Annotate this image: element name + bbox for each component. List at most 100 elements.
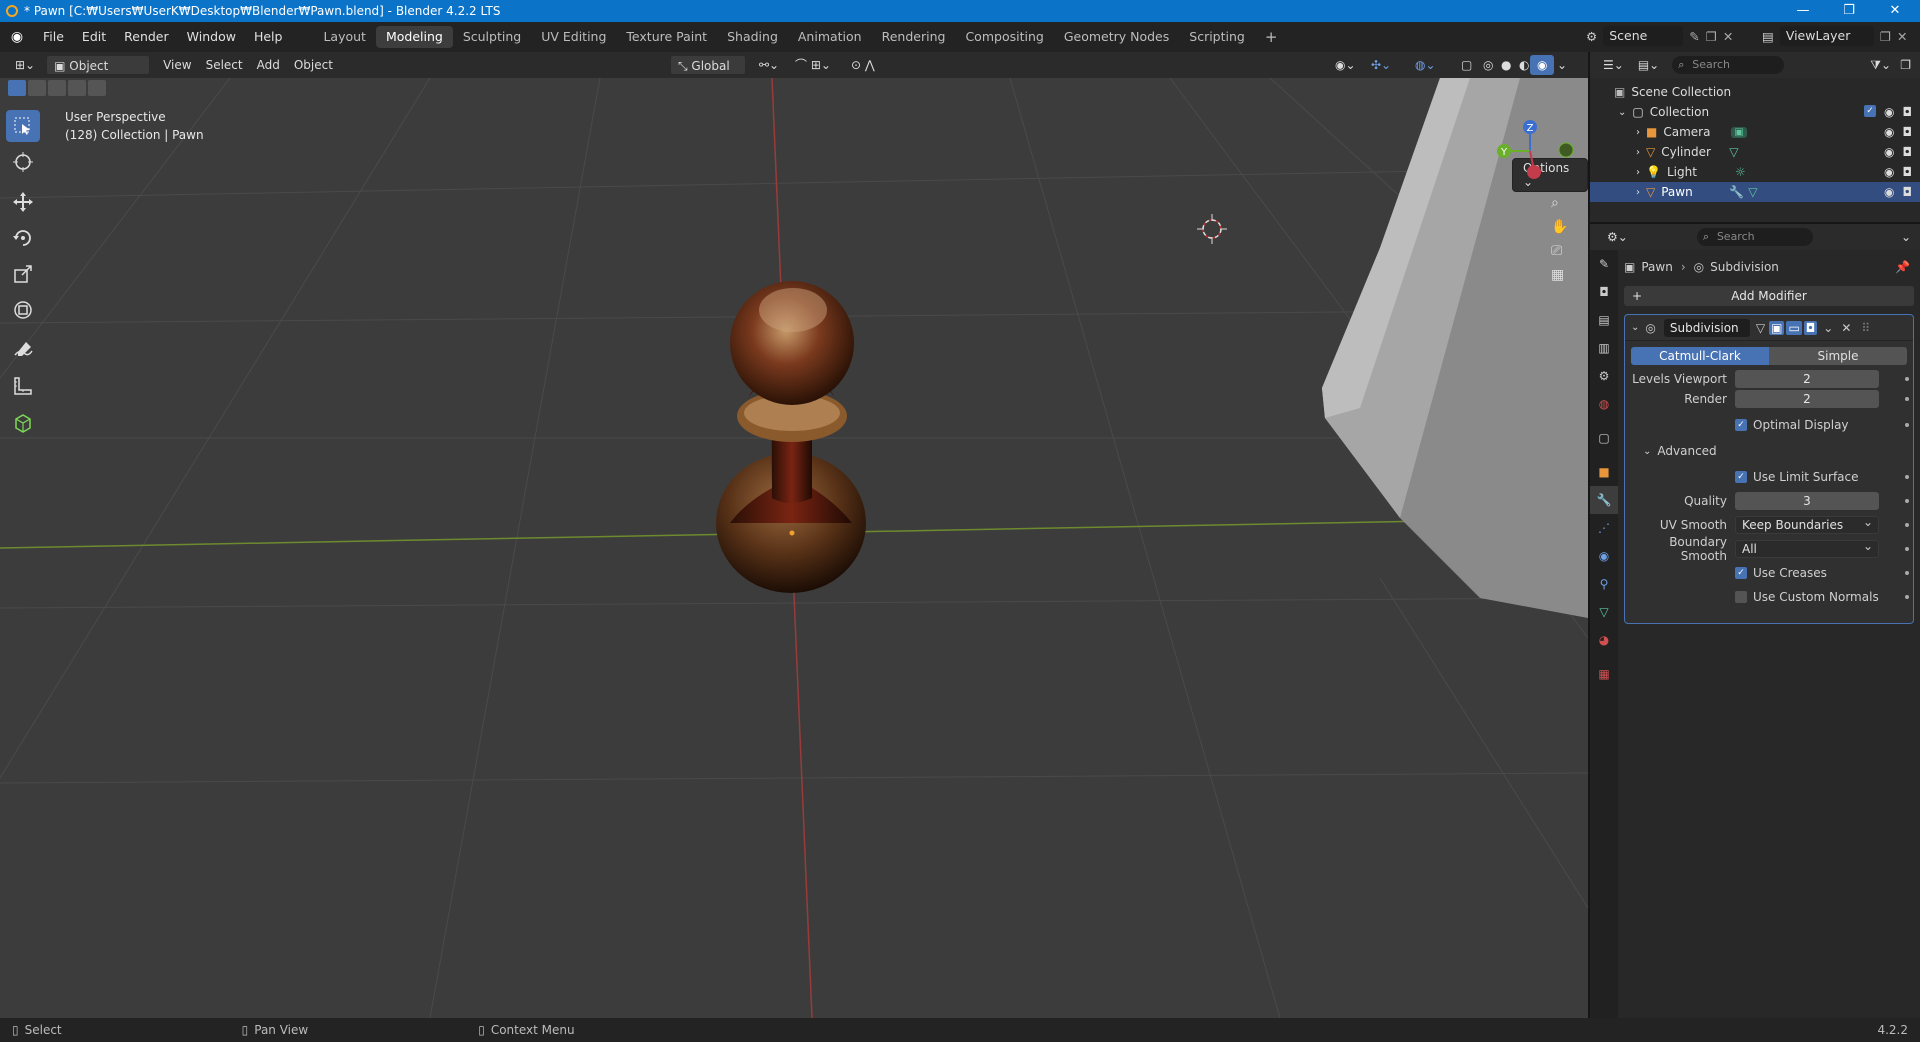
data-tab-icon[interactable]: ▽ xyxy=(1590,598,1618,626)
catmull-clark-button[interactable]: Catmull-Clark xyxy=(1631,347,1769,365)
advanced-subpanel-header[interactable]: ⌄ Advanced xyxy=(1625,439,1913,463)
eye-icon[interactable]: ◉ xyxy=(1884,165,1894,179)
editor-type-icon[interactable]: ⊞⌄ xyxy=(8,55,42,75)
outliner-editor-type-icon[interactable]: ☰⌄ xyxy=(1596,55,1631,75)
tab-texture-paint[interactable]: Texture Paint xyxy=(616,26,717,48)
gizmo-toggle-icon[interactable]: ✣⌄ xyxy=(1364,55,1398,75)
perspective-grid-icon[interactable]: ▦ xyxy=(1551,267,1568,283)
menu-render[interactable]: Render xyxy=(115,26,178,48)
expand-arrow-icon[interactable]: › xyxy=(1636,127,1640,138)
proportional-edit-icon[interactable]: ⊙ ⋀ xyxy=(844,55,882,75)
properties-options-icon[interactable]: ⌄ xyxy=(1894,227,1918,247)
3d-cursor-icon[interactable] xyxy=(1197,214,1227,244)
keyframe-dot-icon[interactable] xyxy=(1905,547,1909,551)
zoom-icon[interactable]: ⌕ xyxy=(1551,195,1568,211)
scale-tool[interactable] xyxy=(6,258,40,290)
keyframe-dot-icon[interactable] xyxy=(1905,499,1909,503)
pawn-object[interactable] xyxy=(716,281,866,593)
menu-file[interactable]: File xyxy=(34,26,73,48)
view-layer-tab-icon[interactable]: ▥ xyxy=(1590,334,1618,362)
menu-window[interactable]: Window xyxy=(178,26,245,48)
particles-tab-icon[interactable]: ⋰ xyxy=(1590,514,1618,542)
viewport-toggle-icon[interactable]: ▭ xyxy=(1786,320,1802,335)
scene-pin-icon[interactable]: ✎ xyxy=(1689,29,1699,44)
restore-icon[interactable]: ❐ xyxy=(1826,0,1872,22)
keyframe-dot-icon[interactable] xyxy=(1905,397,1909,401)
add-cube-tool[interactable] xyxy=(6,406,40,438)
select-new-icon[interactable] xyxy=(8,80,26,96)
eye-icon[interactable]: ◉ xyxy=(1884,145,1894,159)
edit-mode-toggle-icon[interactable]: ▽ xyxy=(1756,321,1765,335)
select-box-tool[interactable] xyxy=(6,110,40,142)
scene-name-field[interactable]: Scene xyxy=(1603,26,1684,46)
use-creases-checkbox[interactable]: ✓ xyxy=(1735,567,1747,579)
delete-viewlayer-icon[interactable]: ✕ xyxy=(1897,29,1907,44)
tab-geometry-nodes[interactable]: Geometry Nodes xyxy=(1054,26,1179,48)
physics-tab-icon[interactable]: ◉ xyxy=(1590,542,1618,570)
camera-data-icon[interactable]: ▣ xyxy=(1731,126,1747,138)
collection-tab-icon[interactable]: ▢ xyxy=(1590,424,1618,452)
expand-arrow-icon[interactable]: › xyxy=(1636,147,1640,158)
overlay-toggle-icon[interactable]: ◍⌄ xyxy=(1408,55,1443,75)
simple-button[interactable]: Simple xyxy=(1769,347,1907,365)
render-toggle-icon[interactable]: ◘ xyxy=(1803,320,1818,335)
quality-field[interactable]: 3 xyxy=(1735,492,1879,510)
mesh-data-icon[interactable]: ▽ xyxy=(1729,145,1738,159)
tab-sculpting[interactable]: Sculpting xyxy=(453,26,531,48)
cursor-tool[interactable] xyxy=(6,146,40,178)
light-data-icon[interactable]: ☼ xyxy=(1735,165,1746,179)
outliner-scene-collection[interactable]: ▣ Scene Collection xyxy=(1590,82,1920,102)
collapse-arrow-icon[interactable]: ⌄ xyxy=(1643,446,1651,457)
collapse-arrow-icon[interactable]: ⌄ xyxy=(1618,107,1626,118)
outliner-search-input[interactable]: ⌕ Search xyxy=(1672,56,1785,74)
tab-layout[interactable]: Layout xyxy=(313,26,376,48)
new-scene-icon[interactable]: ❐ xyxy=(1706,29,1717,44)
select-intersect-icon[interactable] xyxy=(88,80,106,96)
uv-smooth-dropdown[interactable]: Keep Boundaries xyxy=(1735,514,1879,534)
tab-shading[interactable]: Shading xyxy=(717,26,788,48)
render-levels-field[interactable]: 2 xyxy=(1735,390,1879,408)
drag-handle-icon[interactable]: ⠿ xyxy=(1861,321,1870,335)
menu-select[interactable]: Select xyxy=(199,55,250,75)
tool-tab-icon[interactable]: ✎ xyxy=(1590,250,1618,278)
tab-modeling[interactable]: Modeling xyxy=(375,26,453,48)
cage-toggle-icon[interactable]: ▣ xyxy=(1769,320,1785,335)
keyframe-dot-icon[interactable] xyxy=(1905,475,1909,479)
expand-arrow-icon[interactable]: › xyxy=(1636,187,1640,198)
world-tab-icon[interactable]: ◍ xyxy=(1590,390,1618,418)
keyframe-dot-icon[interactable] xyxy=(1905,523,1909,527)
outliner-item-camera[interactable]: › ■ Camera ▣ ◉ ◘ xyxy=(1590,122,1920,142)
add-workspace-icon[interactable]: + xyxy=(1255,26,1288,48)
menu-help[interactable]: Help xyxy=(245,26,292,48)
use-custom-normals-checkbox[interactable] xyxy=(1735,591,1747,603)
3d-viewport[interactable]: Options ⌄ xyxy=(0,78,1588,1018)
constraints-tab-icon[interactable]: ⚲ xyxy=(1590,570,1618,598)
eye-icon[interactable]: ◉ xyxy=(1884,185,1894,199)
expand-arrow-icon[interactable]: › xyxy=(1636,167,1640,178)
select-subtract-icon[interactable] xyxy=(48,80,66,96)
modifier-menu-icon[interactable]: ⌄ xyxy=(1823,321,1833,335)
select-difference-icon[interactable] xyxy=(68,80,86,96)
keyframe-dot-icon[interactable] xyxy=(1905,377,1909,381)
camera-render-icon[interactable]: ◘ xyxy=(1903,185,1913,199)
viewlayer-name-field[interactable]: ViewLayer xyxy=(1779,26,1874,46)
delete-scene-icon[interactable]: ✕ xyxy=(1723,29,1733,44)
levels-viewport-field[interactable]: 2 xyxy=(1735,370,1879,388)
menu-add[interactable]: Add xyxy=(250,55,287,75)
collection-exclude-checkbox[interactable]: ✓ xyxy=(1864,105,1877,117)
camera-render-icon[interactable]: ◘ xyxy=(1903,145,1913,159)
scene-tab-icon[interactable]: ⚙ xyxy=(1590,362,1618,390)
shading-options-icon[interactable]: ⌄ xyxy=(1550,55,1574,75)
visibility-icon[interactable]: ◉⌄ xyxy=(1328,55,1363,75)
camera-render-icon[interactable]: ◘ xyxy=(1903,165,1913,179)
optimal-display-checkbox[interactable]: ✓ xyxy=(1735,419,1747,431)
close-window-icon[interactable]: ✕ xyxy=(1872,0,1918,22)
keyframe-dot-icon[interactable] xyxy=(1905,571,1909,575)
properties-editor-type-icon[interactable]: ⚙⌄ xyxy=(1600,227,1635,247)
keyframe-dot-icon[interactable] xyxy=(1905,423,1909,427)
properties-search-input[interactable]: ⌕ Search xyxy=(1696,228,1813,246)
boundary-smooth-dropdown[interactable]: All xyxy=(1735,538,1879,558)
collapse-arrow-icon[interactable]: ⌄ xyxy=(1631,322,1639,333)
output-tab-icon[interactable]: ▤ xyxy=(1590,306,1618,334)
tab-compositing[interactable]: Compositing xyxy=(955,26,1053,48)
